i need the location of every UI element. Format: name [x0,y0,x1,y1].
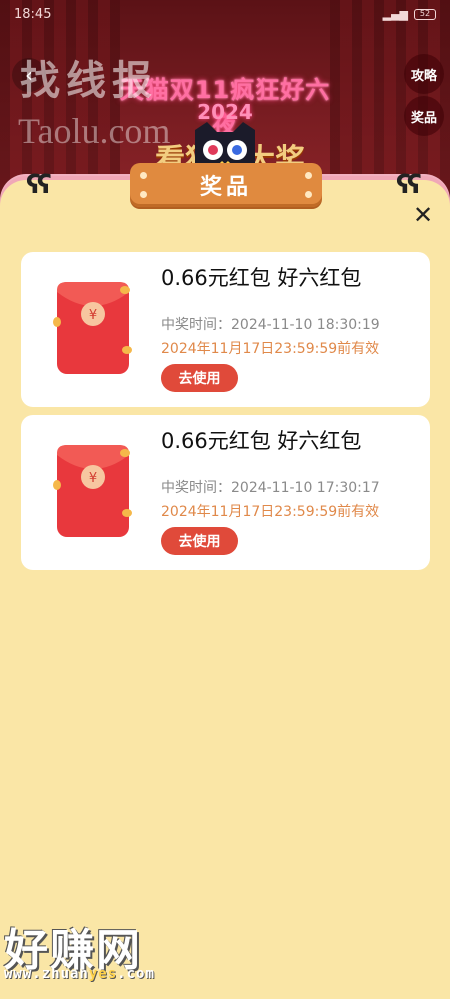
hook-left-icon: ʕʕ [26,170,52,200]
red-envelope-icon: ¥ [53,282,132,374]
prize-card: ¥ 0.66元红包 好六红包 中奖时间：2024-11-10 18:30:19 … [21,252,430,407]
prize-button[interactable]: 奖品 [404,96,444,136]
status-time: 18:45 [14,6,52,22]
back-button[interactable]: ‹ [12,58,46,92]
status-bar: 18:45 ▂▄▆ 52 [0,0,450,28]
win-time: 中奖时间：2024-11-10 18:30:19 [161,317,380,333]
sheet-title: 奖品 [199,175,252,200]
use-button[interactable]: 去使用 [161,527,238,555]
sheet-title-plate: 奖品 [130,163,322,207]
expire-time: 2024年11月17日23:59:59前有效 [161,341,380,357]
use-button[interactable]: 去使用 [161,364,238,392]
prize-name: 0.66元红包 好六红包 [161,429,362,453]
battery-icon: 52 [414,8,436,20]
close-button[interactable]: ✕ [410,202,436,228]
plate-dot [140,191,147,198]
prize-name: 0.66元红包 好六红包 [161,266,362,290]
expire-time: 2024年11月17日23:59:59前有效 [161,504,380,520]
red-envelope-icon: ¥ [53,445,132,537]
hook-right-icon: ʕʕ [396,170,422,200]
status-icons: ▂▄▆ 52 [383,8,436,21]
plate-dot [305,172,312,179]
yuan-symbol: ¥ [89,471,97,486]
prize-card: ¥ 0.66元红包 好六红包 中奖时间：2024-11-10 17:30:17 … [21,415,430,570]
strategy-button[interactable]: 攻略 [404,54,444,94]
yuan-symbol: ¥ [89,308,97,323]
curtain-left [0,0,120,200]
signal-icon: ▂▄▆ [382,7,408,21]
plate-dot [305,191,312,198]
plate-dot [140,172,147,179]
win-time: 中奖时间：2024-11-10 17:30:17 [161,480,380,496]
